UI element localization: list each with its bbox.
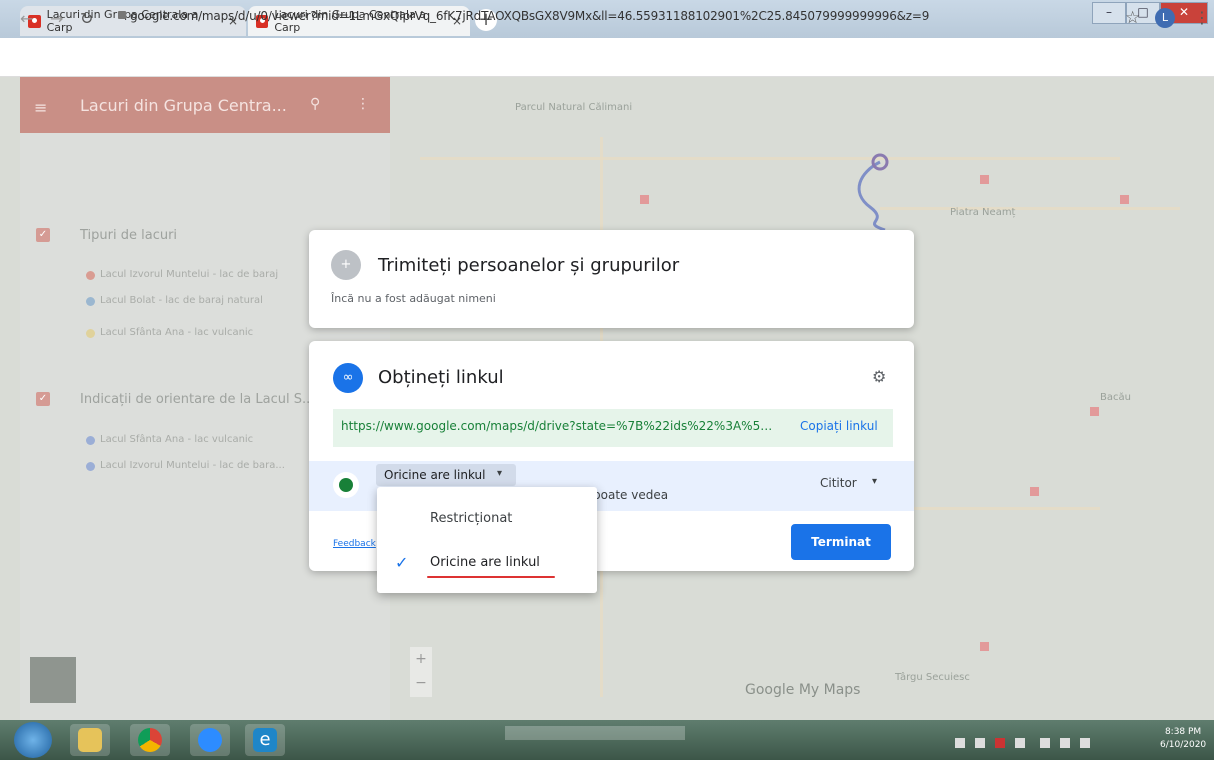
layer-item[interactable]: Lacul Bolat - lac de baraj natural — [100, 295, 263, 306]
sidebar-title: Lacuri din Grupa Centra... — [80, 96, 287, 115]
url-field[interactable]: google.com/maps/d/u/0/viewer?mid=1LmGxQI… — [130, 9, 929, 23]
layer-item[interactable]: Lacul Izvorul Muntelui - lac de baraj — [100, 269, 278, 280]
ie-icon: e — [253, 728, 277, 752]
globe-icon — [339, 478, 353, 492]
link-title: Obțineți linkul — [378, 367, 504, 388]
pin-icon — [86, 271, 95, 280]
taskbar-edge[interactable]: e — [245, 724, 285, 756]
check-icon: ✓ — [395, 553, 409, 572]
option-restricted[interactable]: Restricționat — [430, 511, 512, 526]
tray-icon[interactable] — [995, 738, 1005, 748]
system-clock[interactable]: 8:38 PM 6/10/2020 — [1160, 726, 1206, 752]
folder-icon — [78, 728, 102, 752]
back-arrow-icon[interactable]: ← — [20, 9, 33, 28]
layer-item[interactable]: Lacul Sfânta Ana - lac vulcanic — [100, 327, 253, 338]
map-label: Piatra Neamț — [950, 207, 1016, 218]
tray-icon[interactable] — [955, 738, 965, 748]
menu-icon[interactable]: ≡ — [34, 98, 47, 117]
red-underline-annotation — [427, 576, 555, 578]
taskbar-explorer[interactable] — [70, 724, 110, 756]
taskbar-blurred-item — [505, 726, 685, 740]
copy-link-button[interactable]: Copiați linkul — [800, 419, 878, 433]
map-label: Parcul Natural Călimani — [515, 102, 633, 113]
add-person-icon: + — [331, 250, 361, 280]
access-description: poate vedea — [593, 488, 669, 502]
map-watermark: Google My Maps — [745, 682, 861, 698]
browser-menu-icon[interactable]: ⋮ — [1194, 8, 1210, 27]
pin-icon — [86, 329, 95, 338]
battery-icon[interactable] — [1040, 738, 1050, 748]
share-subtitle: Încă nu a fost adăugat nimeni — [331, 292, 496, 305]
layer-title: Tipuri de lacuri — [80, 228, 178, 243]
zoom-controls[interactable]: + − — [410, 647, 432, 697]
bookmark-star-icon[interactable]: ☆ — [1125, 8, 1140, 28]
access-level-label[interactable]: Oricine are linkul — [384, 468, 485, 482]
share-link-url[interactable]: https://www.google.com/maps/d/drive?stat… — [341, 419, 777, 433]
zoom-icon — [198, 728, 222, 752]
share-title[interactable]: Trimiteți persoanelor și grupurilor — [378, 255, 679, 276]
profile-avatar[interactable]: L — [1155, 8, 1175, 28]
settings-gear-icon[interactable]: ⚙ — [872, 367, 886, 386]
route-line — [857, 153, 889, 232]
map-label: Bacău — [1100, 392, 1131, 403]
window-controls: – □ ✕ — [1092, 2, 1208, 24]
chevron-down-icon[interactable]: ▾ — [497, 468, 502, 479]
layer-item[interactable]: Lacul Izvorul Muntelui - lac de bara... — [100, 460, 285, 471]
volume-icon[interactable] — [1080, 738, 1090, 748]
globe-icon-wrap — [333, 472, 359, 498]
pin-icon — [86, 297, 95, 306]
lock-icon — [118, 11, 126, 19]
minimize-button[interactable]: – — [1092, 2, 1126, 24]
option-anyone-with-link[interactable]: Oricine are linkul — [430, 555, 540, 570]
tray-icon[interactable] — [1015, 738, 1025, 748]
layer-item[interactable]: Lacul Sfânta Ana - lac vulcanic — [100, 434, 253, 445]
clock-time: 8:38 PM — [1164, 727, 1202, 737]
tray-icon[interactable] — [975, 738, 985, 748]
map-label: Târgu Secuiesc — [895, 672, 970, 683]
forward-arrow-icon[interactable]: → — [50, 9, 63, 28]
chevron-down-icon[interactable]: ▾ — [872, 476, 877, 487]
clock-date: 6/10/2020 — [1160, 740, 1207, 750]
layer-checkbox[interactable]: ✓ — [36, 228, 50, 242]
pin-icon — [86, 462, 95, 471]
basemap-thumbnail[interactable] — [30, 657, 76, 703]
link-icon: ∞ — [333, 363, 363, 393]
reload-icon[interactable]: ↻ — [80, 9, 93, 28]
search-icon[interactable]: ⚲ — [310, 96, 320, 112]
taskbar-chrome[interactable] — [130, 724, 170, 756]
layer-title: Indicații de orientare de la Lacul S... — [80, 392, 315, 407]
layer-checkbox[interactable]: ✓ — [36, 392, 50, 406]
address-bar — [0, 38, 1214, 77]
start-button[interactable] — [14, 722, 52, 758]
role-dropdown[interactable]: Cititor — [820, 476, 857, 490]
share-people-card — [309, 230, 914, 328]
chrome-icon — [138, 728, 162, 752]
feedback-link[interactable]: Feedback — [333, 539, 376, 549]
network-icon[interactable] — [1060, 738, 1070, 748]
done-button[interactable]: Terminat — [791, 524, 891, 560]
taskbar-zoom[interactable] — [190, 724, 230, 756]
sidebar-menu-icon[interactable]: ⋮ — [356, 96, 370, 112]
pin-icon — [86, 436, 95, 445]
